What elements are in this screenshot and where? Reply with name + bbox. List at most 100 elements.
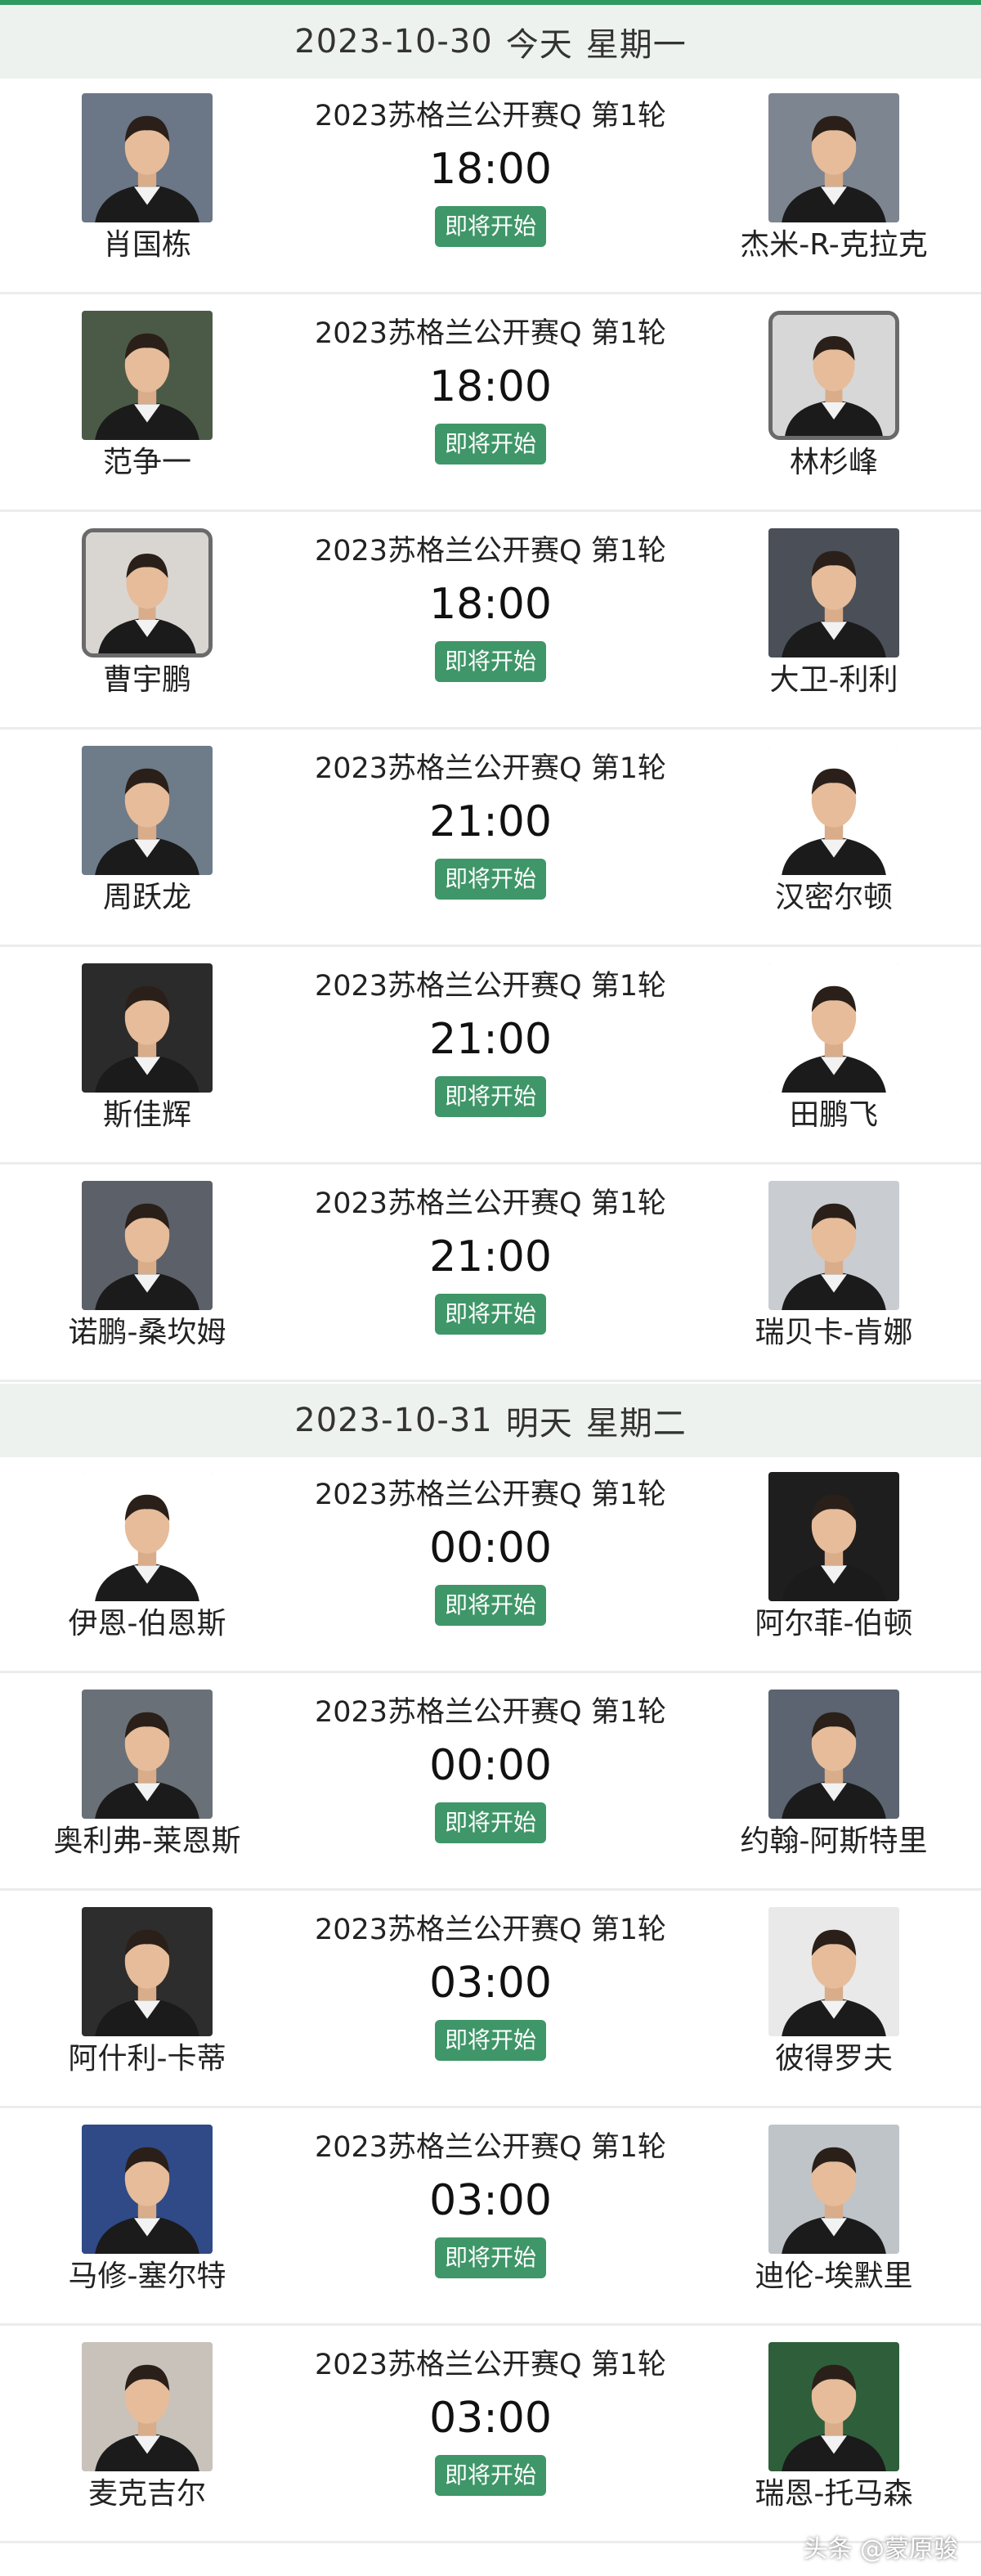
player-photo-icon <box>768 963 899 1093</box>
player-photo-icon <box>768 1181 899 1310</box>
match-time: 21:00 <box>429 1232 552 1281</box>
tournament-name: 2023苏格兰公开赛Q 第1轮 <box>314 1914 666 1946</box>
match-row[interactable]: 周跃龙 2023苏格兰公开赛Q 第1轮 21:00 即将开始 汉密尔顿 <box>0 731 981 947</box>
match-row[interactable]: 范争一 2023苏格兰公开赛Q 第1轮 18:00 即将开始 林杉峰 <box>0 296 981 512</box>
away-player-name: 瑞贝卡-肯娜 <box>755 1316 913 1349</box>
away-player-avatar[interactable] <box>768 2342 899 2471</box>
player-photo-icon <box>82 2125 213 2254</box>
match-status-button[interactable]: 即将开始 <box>434 1802 546 1843</box>
match-status-button[interactable]: 即将开始 <box>434 859 546 900</box>
player-photo-icon <box>768 2342 899 2471</box>
away-player-name: 大卫-利利 <box>769 663 898 697</box>
away-player[interactable]: 瑞恩-托马森 <box>736 2342 932 2530</box>
match-time: 21:00 <box>429 797 552 846</box>
match-time: 03:00 <box>429 1959 552 2008</box>
match-info: 2023苏格兰公开赛Q 第1轮 18:00 即将开始 <box>278 532 703 682</box>
home-player-avatar[interactable] <box>82 93 213 222</box>
match-time: 18:00 <box>429 145 552 194</box>
match-row[interactable]: 诺鹏-桑坎姆 2023苏格兰公开赛Q 第1轮 21:00 即将开始 瑞贝卡-肯娜 <box>0 1166 981 1382</box>
home-player-avatar[interactable] <box>82 1690 213 1819</box>
match-status-button[interactable]: 即将开始 <box>434 2455 546 2496</box>
away-player-avatar[interactable] <box>768 93 899 222</box>
home-player-avatar[interactable] <box>82 963 213 1093</box>
home-player[interactable]: 麦克吉尔 <box>49 2342 245 2530</box>
away-player-avatar[interactable] <box>768 1690 899 1819</box>
match-info: 2023苏格兰公开赛Q 第1轮 00:00 即将开始 <box>278 1693 703 1843</box>
home-player[interactable]: 周跃龙 <box>49 746 245 934</box>
home-player[interactable]: 马修-塞尔特 <box>49 2125 245 2313</box>
home-player[interactable]: 曹宇鹏 <box>49 528 245 716</box>
away-player[interactable]: 田鹏飞 <box>736 963 932 1151</box>
away-player[interactable]: 杰米-R-克拉克 <box>736 93 932 281</box>
home-player-avatar[interactable] <box>82 2342 213 2471</box>
match-row[interactable]: 肖国栋 2023苏格兰公开赛Q 第1轮 18:00 即将开始 杰米-R-克拉克 <box>0 79 981 294</box>
away-player-avatar[interactable] <box>768 1472 899 1601</box>
match-time: 03:00 <box>429 2394 552 2443</box>
home-player[interactable]: 伊恩-伯恩斯 <box>49 1472 245 1660</box>
match-time: 18:00 <box>429 362 552 411</box>
match-row[interactable]: 麦克吉尔 2023苏格兰公开赛Q 第1轮 03:00 即将开始 瑞恩-托马森 <box>0 2327 981 2543</box>
match-row[interactable]: 斯佳辉 2023苏格兰公开赛Q 第1轮 21:00 即将开始 田鹏飞 <box>0 949 981 1165</box>
home-player-avatar[interactable] <box>82 528 213 657</box>
player-photo-icon <box>82 311 213 440</box>
away-player[interactable]: 汉密尔顿 <box>736 746 932 934</box>
away-player-avatar[interactable] <box>768 311 899 440</box>
match-status-button[interactable]: 即将开始 <box>434 1076 546 1117</box>
home-player[interactable]: 诺鹏-桑坎姆 <box>49 1181 245 1369</box>
match-row[interactable]: 曹宇鹏 2023苏格兰公开赛Q 第1轮 18:00 即将开始 大卫-利利 <box>0 514 981 729</box>
away-player-avatar[interactable] <box>768 528 899 657</box>
schedule-page: 2023-10-30 今天 星期一 肖国栋 2023苏格兰公开赛Q 第1轮 18… <box>0 0 981 2576</box>
away-player-avatar[interactable] <box>768 1907 899 2036</box>
away-player[interactable]: 彼得罗夫 <box>736 1907 932 2095</box>
match-row[interactable]: 阿什利-卡蒂 2023苏格兰公开赛Q 第1轮 03:00 即将开始 彼得罗夫 <box>0 1892 981 2108</box>
player-photo-icon <box>773 315 895 436</box>
tournament-name: 2023苏格兰公开赛Q 第1轮 <box>314 1479 666 1511</box>
home-player[interactable]: 奥利弗-莱恩斯 <box>49 1690 245 1878</box>
match-status-button[interactable]: 即将开始 <box>434 641 546 682</box>
away-player-avatar[interactable] <box>768 963 899 1093</box>
player-photo-icon <box>82 1181 213 1310</box>
away-player-name: 迪伦-埃默里 <box>755 2260 913 2293</box>
away-player[interactable]: 迪伦-埃默里 <box>736 2125 932 2313</box>
away-player-avatar[interactable] <box>768 746 899 875</box>
away-player[interactable]: 约翰-阿斯特里 <box>736 1690 932 1878</box>
away-player-name: 杰米-R-克拉克 <box>740 228 928 262</box>
match-row[interactable]: 伊恩-伯恩斯 2023苏格兰公开赛Q 第1轮 00:00 即将开始 阿尔菲-伯顿 <box>0 1457 981 1673</box>
home-player-avatar[interactable] <box>82 311 213 440</box>
away-player[interactable]: 大卫-利利 <box>736 528 932 716</box>
match-status-button[interactable]: 即将开始 <box>434 1294 546 1335</box>
home-player[interactable]: 肖国栋 <box>49 93 245 281</box>
match-status-button[interactable]: 即将开始 <box>434 2020 546 2061</box>
match-status-button[interactable]: 即将开始 <box>434 424 546 464</box>
player-photo-icon <box>82 2342 213 2471</box>
match-row[interactable]: 马修-塞尔特 2023苏格兰公开赛Q 第1轮 03:00 即将开始 迪伦-埃默里 <box>0 2110 981 2326</box>
header-weekday: 星期一 <box>585 26 687 64</box>
match-info: 2023苏格兰公开赛Q 第1轮 03:00 即将开始 <box>278 1910 703 2061</box>
match-time: 21:00 <box>429 1015 552 1064</box>
home-player[interactable]: 阿什利-卡蒂 <box>49 1907 245 2095</box>
away-player-name: 阿尔菲-伯顿 <box>755 1607 913 1640</box>
home-player-name: 斯佳辉 <box>102 1098 191 1132</box>
match-info: 2023苏格兰公开赛Q 第1轮 21:00 即将开始 <box>278 749 703 900</box>
home-player-avatar[interactable] <box>82 746 213 875</box>
player-photo-icon <box>82 746 213 875</box>
match-time: 00:00 <box>429 1741 552 1790</box>
home-player[interactable]: 范争一 <box>49 311 245 499</box>
player-photo-icon <box>768 1690 899 1819</box>
match-status-button[interactable]: 即将开始 <box>434 1585 546 1626</box>
home-player-avatar[interactable] <box>82 1181 213 1310</box>
match-status-button[interactable]: 即将开始 <box>434 206 546 247</box>
match-row[interactable]: 奥利弗-莱恩斯 2023苏格兰公开赛Q 第1轮 00:00 即将开始 约翰-阿斯… <box>0 1675 981 1891</box>
away-player-avatar[interactable] <box>768 2125 899 2254</box>
away-player[interactable]: 瑞贝卡-肯娜 <box>736 1181 932 1369</box>
home-player-avatar[interactable] <box>82 1472 213 1601</box>
match-status-button[interactable]: 即将开始 <box>434 2237 546 2278</box>
away-player[interactable]: 林杉峰 <box>736 311 932 499</box>
tournament-name: 2023苏格兰公开赛Q 第1轮 <box>314 2349 666 2381</box>
home-player-avatar[interactable] <box>82 1907 213 2036</box>
home-player-name: 肖国栋 <box>102 228 191 262</box>
away-player[interactable]: 阿尔菲-伯顿 <box>736 1472 932 1660</box>
away-player-avatar[interactable] <box>768 1181 899 1310</box>
home-player[interactable]: 斯佳辉 <box>49 963 245 1151</box>
home-player-avatar[interactable] <box>82 2125 213 2254</box>
